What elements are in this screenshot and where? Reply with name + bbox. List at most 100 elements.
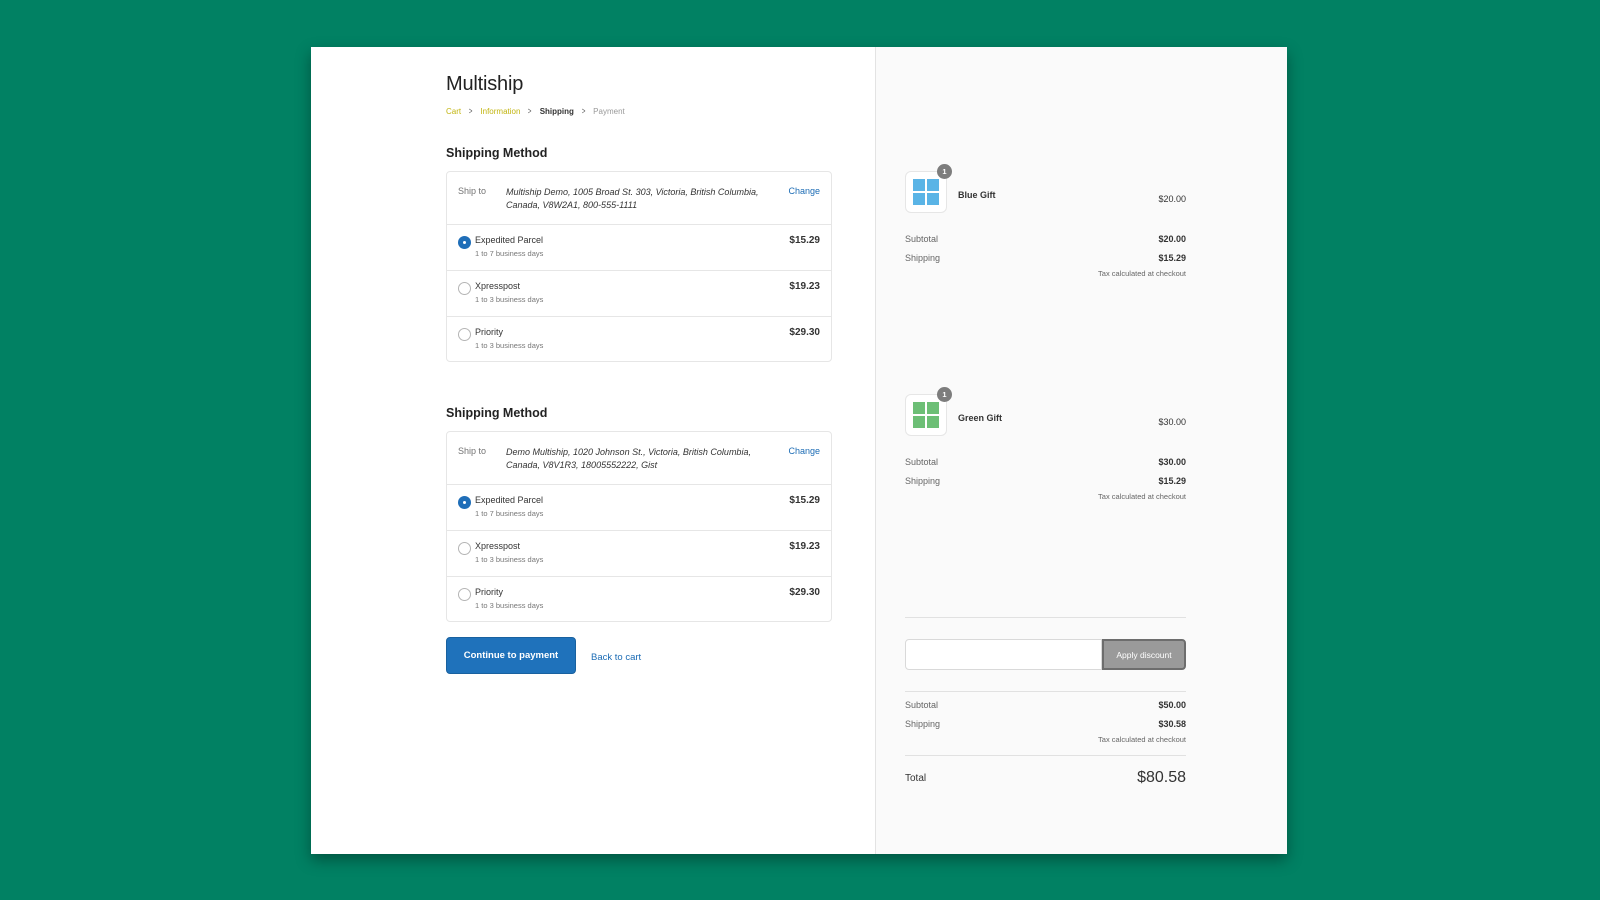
shipping-rate-priority[interactable]: Priority 1 to 3 business days $29.30: [447, 577, 831, 621]
rate-price: $19.23: [789, 541, 820, 552]
breadcrumb: Cart > Information > Shipping > Payment: [446, 106, 832, 116]
ship-to-row: Ship to Multiship Demo, 1005 Broad St. 3…: [447, 172, 831, 225]
breadcrumb-cart[interactable]: Cart: [446, 107, 461, 116]
product-item: 1 Blue Gift $20.00: [905, 164, 1186, 229]
shipping-label: Shipping: [905, 718, 941, 729]
product-subtotal-line: Subtotal $20.00: [905, 229, 1186, 248]
rate-text: Expedited Parcel 1 to 7 business days: [475, 235, 789, 258]
main-column: Multiship Cart > Information > Shipping …: [311, 47, 876, 854]
actions-row: Continue to payment Back to cart: [446, 637, 832, 674]
ship-to-address: Multiship Demo, 1005 Broad St. 303, Vict…: [506, 187, 759, 210]
change-address-link[interactable]: Change: [788, 186, 820, 196]
product-subtotal-line: Subtotal $30.00: [905, 452, 1186, 471]
shipping-rate-xpresspost[interactable]: Xpresspost 1 to 3 business days $19.23: [447, 531, 831, 577]
radio-xpresspost[interactable]: [458, 282, 471, 295]
order-subtotal-line: Subtotal $50.00: [905, 695, 1186, 714]
shipping-label: Shipping: [905, 475, 941, 486]
product-price: $30.00: [1158, 417, 1186, 427]
breadcrumb-information[interactable]: Information: [480, 107, 520, 116]
product-shipping-line: Shipping $15.29: [905, 471, 1186, 490]
rate-text: Priority 1 to 3 business days: [475, 587, 789, 610]
tile: [927, 193, 939, 205]
tile: [913, 179, 925, 191]
shop-title: Multiship: [446, 73, 524, 95]
rate-name: Expedited Parcel: [475, 495, 544, 505]
shipping-value: $30.58: [1158, 718, 1186, 729]
shipping-method-section-2: Shipping Method Ship to Demo Multiship, …: [446, 406, 832, 622]
subtotal-value: $30.00: [1158, 456, 1186, 467]
shipping-rate-priority[interactable]: Priority 1 to 3 business days $29.30: [447, 317, 831, 361]
product-price: $20.00: [1158, 194, 1186, 204]
tile: [913, 193, 925, 205]
chevron-right-icon: >: [581, 106, 586, 116]
rate-desc: 1 to 3 business days: [475, 601, 544, 610]
subtotal-value: $20.00: [1158, 233, 1186, 244]
ship-to-label: Ship to: [458, 446, 487, 456]
shipping-rate-expedited[interactable]: Expedited Parcel 1 to 7 business days $1…: [447, 225, 831, 271]
shipping-box: Ship to Multiship Demo, 1005 Broad St. 3…: [446, 171, 832, 362]
quantity-badge: 1: [937, 387, 952, 402]
tile: [927, 179, 939, 191]
rate-text: Expedited Parcel 1 to 7 business days: [475, 495, 789, 518]
tile: [927, 402, 939, 414]
checkout-window: Multiship Cart > Information > Shipping …: [311, 47, 1287, 854]
gift-tiles-icon: [913, 179, 939, 205]
rate-desc: 1 to 3 business days: [475, 295, 544, 304]
shipping-value: $15.29: [1158, 252, 1186, 263]
shipping-box: Ship to Demo Multiship, 1020 Johnson St.…: [446, 431, 832, 622]
subtotal-label: Subtotal: [905, 233, 939, 244]
breadcrumb-shipping: Shipping: [539, 106, 574, 116]
radio-xpresspost[interactable]: [458, 542, 471, 555]
apply-discount-button[interactable]: Apply discount: [1102, 639, 1186, 670]
subtotal-label: Subtotal: [905, 456, 939, 467]
gift-tiles-icon: [913, 402, 939, 428]
ship-to-address: Demo Multiship, 1020 Johnson St., Victor…: [506, 447, 751, 470]
change-address-link[interactable]: Change: [788, 446, 820, 456]
shipping-rate-xpresspost[interactable]: Xpresspost 1 to 3 business days $19.23: [447, 271, 831, 317]
continue-to-payment-button[interactable]: Continue to payment: [446, 637, 576, 674]
product-shipping-line: Shipping $15.29: [905, 248, 1186, 267]
totals-section: Apply discount Subtotal $50.00 Shipping …: [905, 617, 1186, 800]
shipping-rate-expedited[interactable]: Expedited Parcel 1 to 7 business days $1…: [447, 485, 831, 531]
rate-text: Xpresspost 1 to 3 business days: [475, 281, 789, 304]
rate-desc: 1 to 3 business days: [475, 555, 544, 564]
product-item: 1 Green Gift $30.00: [905, 387, 1186, 452]
radio-expedited[interactable]: [458, 236, 471, 249]
tile: [913, 416, 925, 428]
product-group-green-gift: 1 Green Gift $30.00 Subtotal $30.00 Ship…: [905, 387, 1186, 501]
rate-price: $15.29: [789, 235, 820, 246]
shipping-label: Shipping: [905, 252, 941, 263]
tax-note: Tax calculated at checkout: [1098, 492, 1186, 501]
ship-to-row: Ship to Demo Multiship, 1020 Johnson St.…: [447, 432, 831, 485]
rate-price: $15.29: [789, 495, 820, 506]
radio-priority[interactable]: [458, 328, 471, 341]
tax-note: Tax calculated at checkout: [1098, 269, 1186, 278]
subtotal-label: Subtotal: [905, 699, 939, 710]
chevron-right-icon: >: [528, 106, 532, 116]
product-name: Green Gift: [958, 413, 1003, 423]
total-value: $80.58: [1137, 769, 1186, 786]
tile: [927, 416, 939, 428]
radio-priority[interactable]: [458, 588, 471, 601]
product-name: Blue Gift: [958, 190, 996, 200]
shipping-value: $15.29: [1158, 475, 1186, 486]
rate-name: Xpresspost: [475, 281, 521, 291]
rate-name: Expedited Parcel: [475, 235, 544, 245]
section-title: Shipping Method: [446, 146, 548, 160]
rate-name: Xpresspost: [475, 541, 521, 551]
rate-price: $19.23: [789, 281, 820, 292]
ship-to-label: Ship to: [458, 186, 487, 196]
total-row: Total $80.58: [905, 756, 1186, 800]
back-to-cart-link[interactable]: Back to cart: [591, 652, 641, 663]
radio-expedited[interactable]: [458, 496, 471, 509]
rate-name: Priority: [475, 587, 504, 597]
shipping-method-section-1: Shipping Method Ship to Multiship Demo, …: [446, 146, 832, 362]
discount-code-input[interactable]: [905, 639, 1102, 670]
chevron-right-icon: >: [468, 106, 473, 116]
quantity-badge: 1: [937, 164, 952, 179]
product-thumbnail: 1: [905, 387, 952, 436]
rate-text: Priority 1 to 3 business days: [475, 327, 789, 350]
main-content: Multiship Cart > Information > Shipping …: [446, 73, 832, 674]
